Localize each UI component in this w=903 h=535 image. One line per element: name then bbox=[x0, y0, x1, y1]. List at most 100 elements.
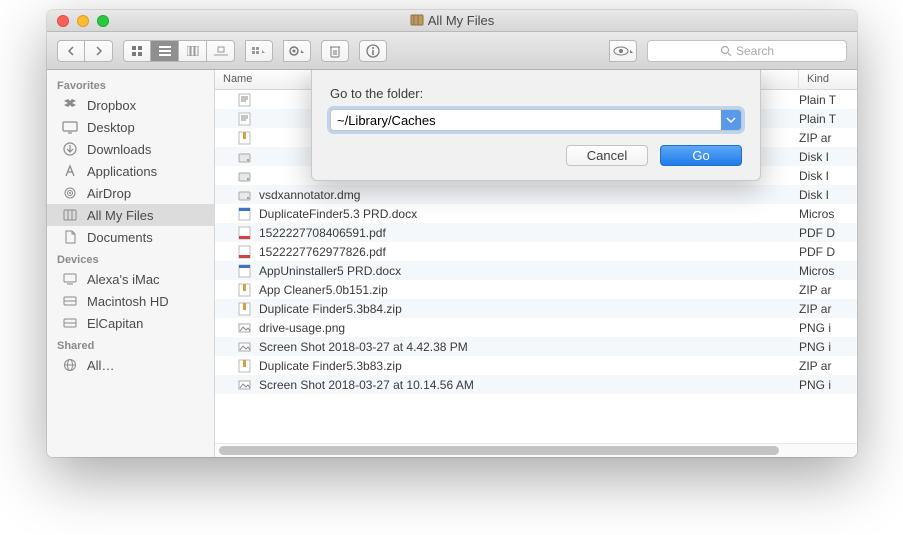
sidebar-item-elcapitan[interactable]: ElCapitan bbox=[47, 312, 214, 334]
sidebar-item-label: ElCapitan bbox=[87, 316, 143, 331]
sidebar-item-downloads[interactable]: Downloads bbox=[47, 138, 214, 160]
list-view-button[interactable] bbox=[151, 40, 179, 62]
sidebar-item-label: Macintosh HD bbox=[87, 294, 169, 309]
icon-view-button[interactable] bbox=[123, 40, 151, 62]
file-kind: Plain T bbox=[799, 112, 857, 126]
file-icon bbox=[235, 112, 253, 126]
file-kind: Disk I bbox=[799, 188, 857, 202]
file-row[interactable]: Screen Shot 2018-03-27 at 10.14.56 AMPNG… bbox=[215, 375, 857, 394]
file-name: App Cleaner5.0b151.zip bbox=[259, 283, 799, 297]
action-group bbox=[283, 40, 311, 62]
file-name: Duplicate Finder5.3b84.zip bbox=[259, 302, 799, 316]
file-name: Screen Shot 2018-03-27 at 10.14.56 AM bbox=[259, 378, 799, 392]
file-icon bbox=[235, 359, 253, 373]
file-name: vsdxannotator.dmg bbox=[259, 188, 799, 202]
file-icon bbox=[235, 207, 253, 221]
file-row[interactable]: AppUninstaller5 PRD.docxMicros bbox=[215, 261, 857, 280]
file-icon bbox=[235, 340, 253, 354]
action-button[interactable] bbox=[283, 40, 311, 62]
file-kind: PDF D bbox=[799, 226, 857, 240]
sidebar-item-label: All… bbox=[87, 358, 114, 373]
quicklook-group bbox=[609, 40, 637, 62]
airdrop-icon bbox=[61, 185, 79, 201]
file-icon bbox=[235, 283, 253, 297]
file-kind: ZIP ar bbox=[799, 283, 857, 297]
allfiles-icon bbox=[61, 207, 79, 223]
file-kind: PDF D bbox=[799, 245, 857, 259]
file-name: AppUninstaller5 PRD.docx bbox=[259, 264, 799, 278]
column-view-button[interactable] bbox=[179, 40, 207, 62]
file-row[interactable]: drive-usage.pngPNG i bbox=[215, 318, 857, 337]
coverflow-view-button[interactable] bbox=[207, 40, 235, 62]
file-row[interactable]: 1522227762977826.pdfPDF D bbox=[215, 242, 857, 261]
file-name: Duplicate Finder5.3b83.zip bbox=[259, 359, 799, 373]
allfiles-icon bbox=[410, 14, 424, 26]
search-field[interactable]: Search bbox=[647, 40, 847, 62]
sidebar-item-alexas-imac[interactable]: Alexa's iMac bbox=[47, 268, 214, 290]
file-kind: Micros bbox=[799, 207, 857, 221]
arrange-group bbox=[245, 40, 273, 62]
horizontal-scrollbar[interactable] bbox=[215, 443, 857, 457]
chevron-down-icon bbox=[726, 116, 736, 124]
file-row[interactable]: App Cleaner5.0b151.zipZIP ar bbox=[215, 280, 857, 299]
sidebar-item-airdrop[interactable]: AirDrop bbox=[47, 182, 214, 204]
forward-button[interactable] bbox=[85, 40, 113, 62]
file-kind: Micros bbox=[799, 264, 857, 278]
scroll-thumb[interactable] bbox=[219, 446, 779, 455]
file-name: Screen Shot 2018-03-27 at 4.42.38 PM bbox=[259, 340, 799, 354]
file-name: drive-usage.png bbox=[259, 321, 799, 335]
back-button[interactable] bbox=[57, 40, 85, 62]
dropbox-icon bbox=[61, 97, 79, 113]
quicklook-button[interactable] bbox=[609, 40, 637, 62]
folder-path-combo[interactable] bbox=[330, 109, 742, 131]
globe-icon bbox=[61, 357, 79, 373]
sidebar-item-desktop[interactable]: Desktop bbox=[47, 116, 214, 138]
file-icon bbox=[235, 150, 253, 164]
file-name: DuplicateFinder5.3 PRD.docx bbox=[259, 207, 799, 221]
sidebar-item-label: Dropbox bbox=[87, 98, 136, 113]
file-icon bbox=[235, 169, 253, 183]
file-row[interactable]: 1522227708406591.pdfPDF D bbox=[215, 223, 857, 242]
file-icon bbox=[235, 131, 253, 145]
file-kind: Disk I bbox=[799, 150, 857, 164]
file-icon bbox=[235, 226, 253, 240]
sidebar-item-applications[interactable]: Applications bbox=[47, 160, 214, 182]
info-button[interactable] bbox=[359, 40, 387, 62]
sidebar-item-allmyfiles[interactable]: All My Files bbox=[47, 204, 214, 226]
sidebar-item-all-shared[interactable]: All… bbox=[47, 354, 214, 376]
column-kind[interactable]: Kind bbox=[799, 70, 857, 89]
disk-icon bbox=[61, 293, 79, 309]
sidebar-item-mac-hd[interactable]: Macintosh HD bbox=[47, 290, 214, 312]
sidebar-item-documents[interactable]: Documents bbox=[47, 226, 214, 248]
sidebar-item-dropbox[interactable]: Dropbox bbox=[47, 94, 214, 116]
file-kind: PNG i bbox=[799, 321, 857, 335]
nav-buttons bbox=[57, 40, 113, 62]
view-buttons bbox=[123, 40, 235, 62]
file-name: 1522227708406591.pdf bbox=[259, 226, 799, 240]
window-title: All My Files bbox=[47, 13, 857, 28]
sidebar-item-label: All My Files bbox=[87, 208, 153, 223]
cancel-button[interactable]: Cancel bbox=[566, 145, 648, 166]
go-button[interactable]: Go bbox=[660, 145, 742, 166]
file-kind: Plain T bbox=[799, 93, 857, 107]
file-row[interactable]: Duplicate Finder5.3b84.zipZIP ar bbox=[215, 299, 857, 318]
file-icon bbox=[235, 264, 253, 278]
trash-button[interactable] bbox=[321, 40, 349, 62]
file-row[interactable]: DuplicateFinder5.3 PRD.docxMicros bbox=[215, 204, 857, 223]
sidebar-section-header: Favorites bbox=[47, 74, 214, 94]
finder-window: All My Files Search bbox=[47, 10, 857, 457]
file-kind: ZIP ar bbox=[799, 131, 857, 145]
combo-dropdown-button[interactable] bbox=[721, 110, 741, 130]
arrange-button[interactable] bbox=[245, 40, 273, 62]
file-kind: Disk I bbox=[799, 169, 857, 183]
file-icon bbox=[235, 302, 253, 316]
documents-icon bbox=[61, 229, 79, 245]
folder-path-input[interactable] bbox=[331, 110, 721, 130]
file-row[interactable]: vsdxannotator.dmgDisk I bbox=[215, 185, 857, 204]
file-row[interactable]: Duplicate Finder5.3b83.zipZIP ar bbox=[215, 356, 857, 375]
file-icon bbox=[235, 321, 253, 335]
file-icon bbox=[235, 188, 253, 202]
file-row[interactable]: Screen Shot 2018-03-27 at 4.42.38 PMPNG … bbox=[215, 337, 857, 356]
goto-folder-dialog: Go to the folder: Cancel Go bbox=[311, 70, 761, 181]
search-placeholder: Search bbox=[736, 44, 774, 58]
